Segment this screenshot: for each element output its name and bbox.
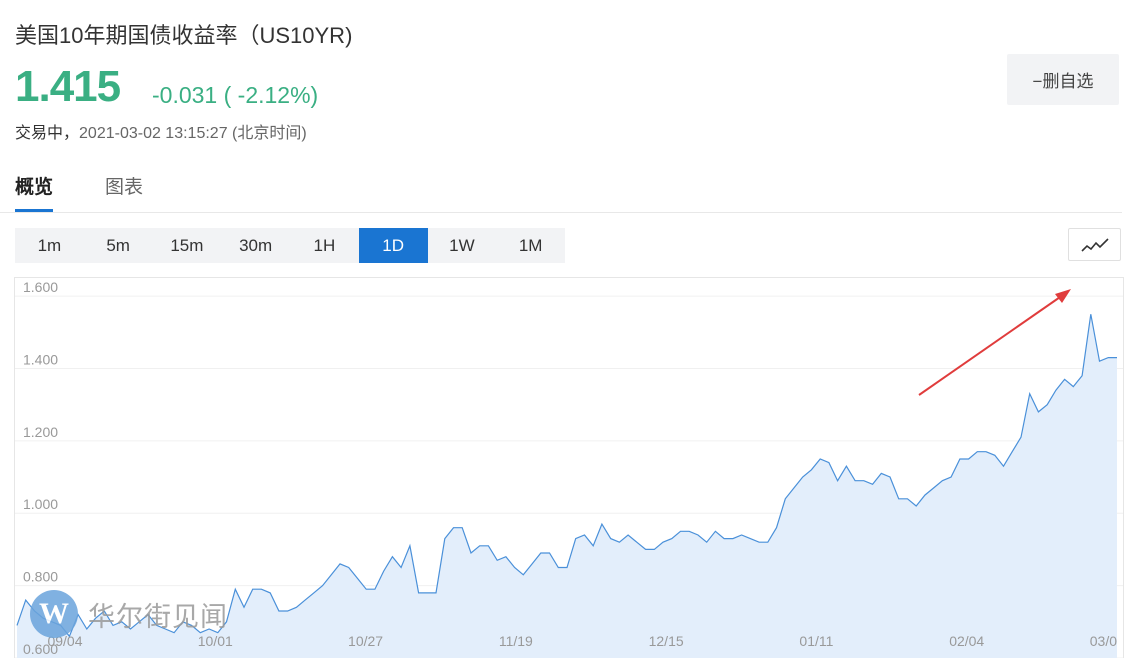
status-label: 交易中，	[15, 125, 80, 142]
trading-status: 交易中，2021-03-02 13:15:27 (北京时间)	[15, 119, 307, 143]
tab-chart[interactable]: 图表	[105, 172, 143, 199]
x-tick-label: 02/04	[949, 633, 984, 649]
chart-type-button[interactable]	[1068, 228, 1121, 261]
annotation-arrow	[918, 289, 1071, 396]
tab-overview[interactable]: 概览	[15, 172, 54, 212]
x-tick-label: 03/0	[1090, 633, 1117, 649]
current-price: 1.415	[15, 62, 121, 111]
x-tick-label: 12/15	[649, 633, 684, 649]
watermark-logo: W	[30, 590, 78, 638]
timestamp: 2021-03-02 13:15:27 (北京时间)	[79, 125, 307, 142]
period-1h[interactable]: 1H	[290, 228, 359, 263]
watermark-text: 华尔街见闻	[88, 601, 228, 633]
remove-watchlist-button[interactable]: −删自选	[1007, 54, 1119, 105]
period-1w[interactable]: 1W	[428, 228, 497, 263]
y-tick-label: 1.000	[23, 496, 58, 512]
period-1m[interactable]: 1m	[15, 228, 84, 263]
period-1d[interactable]: 1D	[358, 228, 428, 263]
y-tick-label: 1.400	[23, 351, 58, 367]
page-title: 美国10年期国债收益率（US10YR)	[15, 23, 353, 48]
period-selector: 1m 5m 15m 30m 1H 1D 1W 1M	[15, 228, 565, 263]
x-tick-label: 10/27	[348, 633, 383, 649]
y-tick-label: 1.200	[23, 424, 58, 440]
period-1mo[interactable]: 1M	[496, 228, 565, 263]
y-tick-label: 1.600	[23, 279, 58, 295]
x-tick-label: 01/11	[799, 633, 833, 649]
price-change: -0.031 ( -2.12%)	[152, 82, 319, 108]
period-30m[interactable]: 30m	[221, 228, 290, 263]
y-tick-label: 0.800	[23, 569, 58, 585]
period-5m[interactable]: 5m	[84, 228, 153, 263]
tab-bar: 概览 图表	[0, 168, 1122, 213]
x-tick-label: 11/19	[499, 633, 533, 649]
watermark: W 华尔街见闻	[30, 590, 228, 638]
line-chart-icon	[1080, 237, 1109, 252]
period-15m[interactable]: 15m	[153, 228, 222, 263]
